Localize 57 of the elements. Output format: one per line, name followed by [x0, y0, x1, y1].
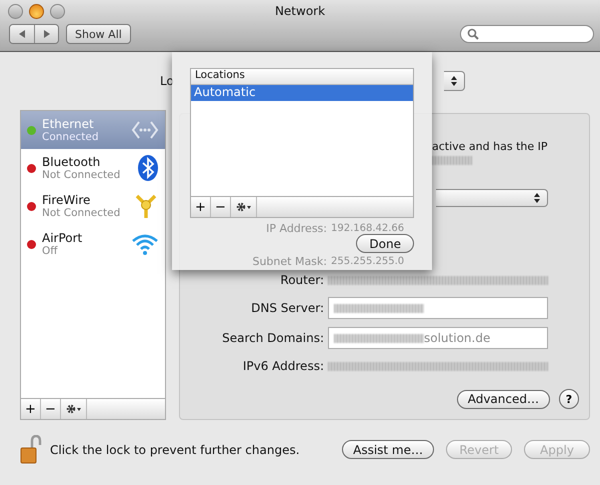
service-name: FireWire [42, 193, 92, 207]
service-item[interactable]: AirPort Off [21, 225, 165, 263]
zoom-button[interactable] [50, 4, 65, 18]
wifi-icon [131, 232, 159, 256]
list-action-button[interactable]: + [21, 399, 41, 419]
input-field[interactable]: solution.de [328, 327, 548, 349]
updown-arrows-icon [450, 75, 458, 87]
advanced-button[interactable]: Advanced… [456, 390, 550, 408]
service-name: AirPort [42, 231, 84, 245]
gear-icon [66, 404, 82, 414]
search-field[interactable] [460, 25, 594, 43]
minimize-button[interactable] [29, 4, 44, 18]
field-value: 192.168.42.66 [331, 222, 406, 235]
service-status: Not Connected [42, 169, 122, 181]
updown-arrows-icon [533, 192, 541, 204]
back-button[interactable] [10, 25, 34, 43]
list-action-button[interactable]: − [41, 399, 61, 419]
service-item[interactable]: Bluetooth Not Connected [21, 149, 165, 187]
service-status: Not Connected [42, 207, 122, 219]
forward-button[interactable] [34, 25, 58, 43]
search-icon [467, 28, 479, 40]
bluetooth-icon [137, 154, 159, 182]
service-item[interactable]: FireWire Not Connected [21, 187, 165, 225]
show-all-button[interactable]: Show All [66, 24, 131, 44]
location-popup[interactable] [444, 71, 465, 91]
close-button[interactable] [8, 4, 23, 18]
configure-popup[interactable] [436, 189, 548, 207]
field-value: 255.255.255.0 [331, 255, 406, 268]
lock-message: Click the lock to prevent further changes. [50, 442, 300, 456]
list-action-button[interactable]: − [211, 197, 231, 217]
list-header: Locations [191, 69, 413, 85]
location-item[interactable]: Automatic [191, 85, 413, 101]
window-title: Network [274, 4, 326, 18]
field-label: Subnet Mask: [251, 255, 327, 268]
field-label: IPv6 Address: [242, 359, 324, 373]
forward-arrow-icon [42, 29, 52, 39]
service-status: Off [42, 245, 59, 257]
list-action-button[interactable]: + [191, 197, 211, 217]
status-text: active and has the IP [432, 140, 548, 153]
field-label: DNS Server: [250, 301, 324, 315]
field-label: Router: [279, 273, 324, 287]
service-status: Connected [42, 131, 100, 143]
field-label: IP Address: [265, 222, 327, 235]
service-name: Ethernet [42, 117, 95, 131]
field-label: Search Domains: [221, 331, 324, 345]
service-name: Bluetooth [42, 155, 102, 169]
back-arrow-icon [17, 29, 27, 39]
ethernet-arrows-icon [131, 119, 159, 141]
open-padlock-icon [20, 434, 42, 464]
input-field[interactable] [328, 297, 548, 319]
blurred-value [432, 156, 472, 165]
gear-icon [236, 202, 252, 212]
done-button[interactable]: Done [356, 234, 414, 253]
help-button[interactable]: ? [559, 389, 579, 409]
location-label: Lo [160, 74, 174, 88]
footer-button[interactable]: Assist me… [342, 440, 434, 459]
firewire-icon [133, 192, 159, 220]
